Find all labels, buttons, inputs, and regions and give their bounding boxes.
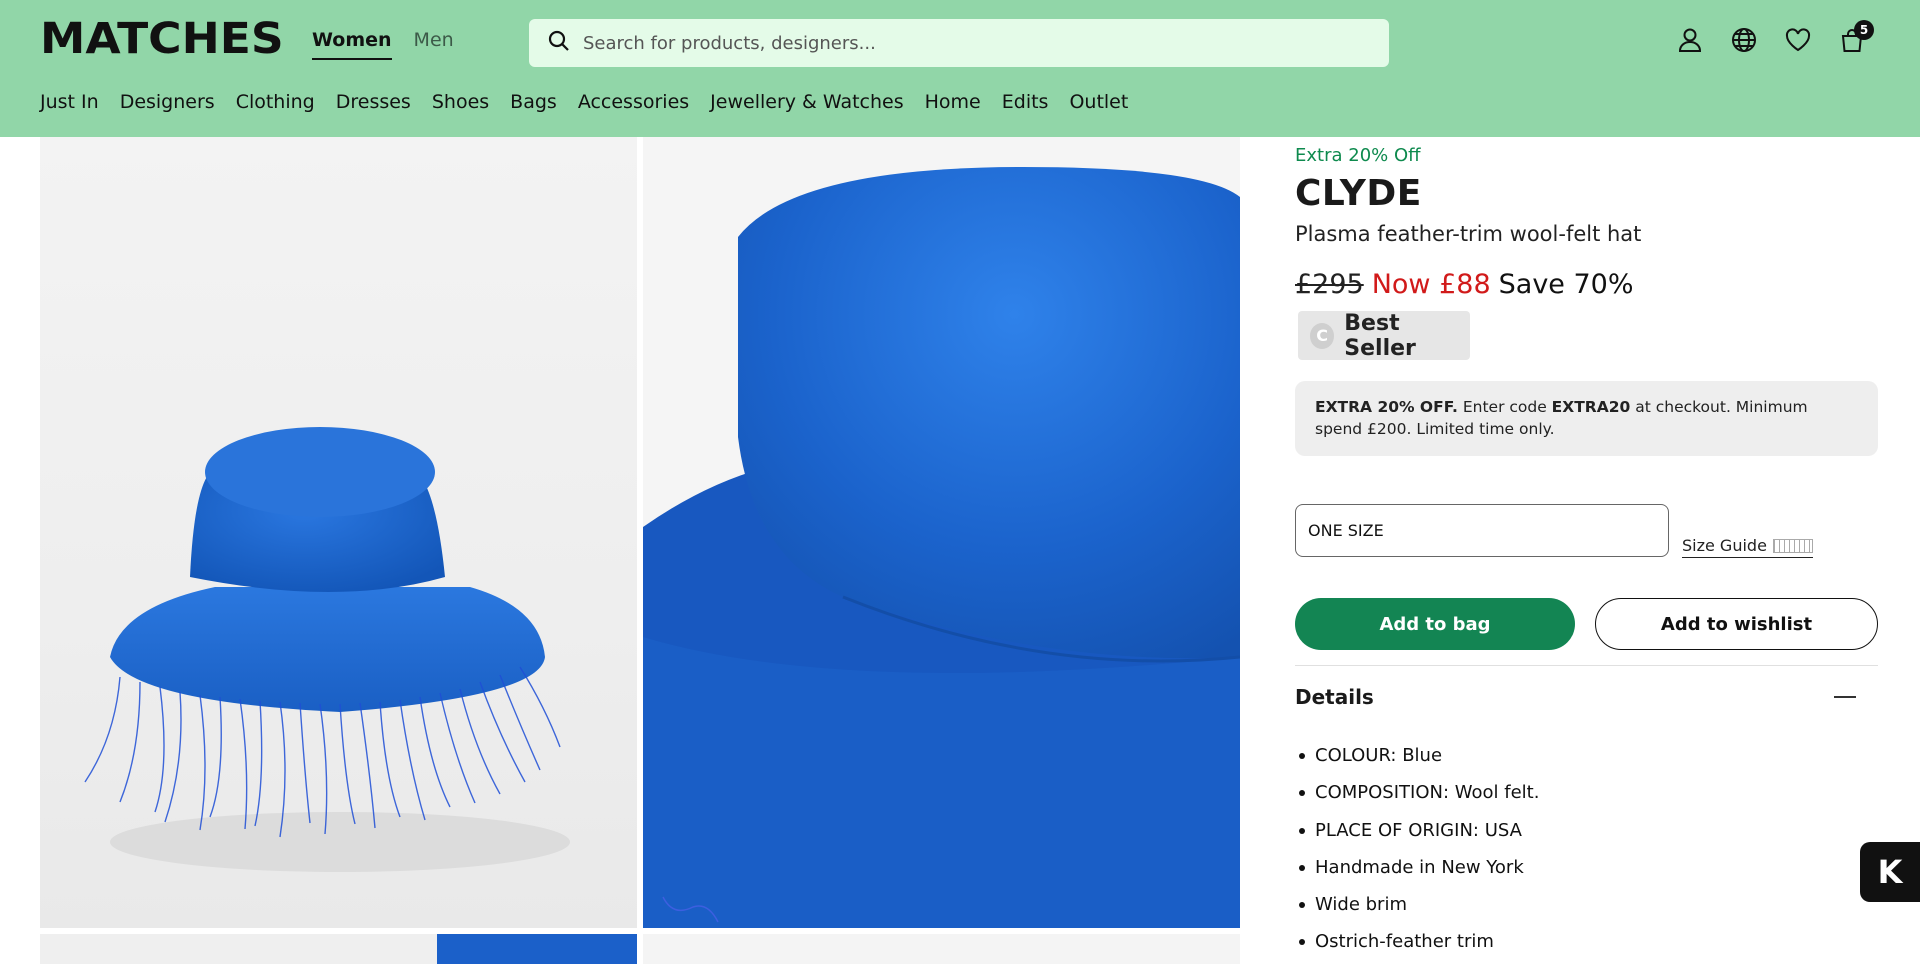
nav-home[interactable]: Home (925, 89, 981, 115)
nav-just-in[interactable]: Just In (40, 89, 99, 115)
site-logo[interactable]: MATCHES (40, 16, 284, 62)
list-item: COMPOSITION: Wool felt. (1295, 774, 1539, 811)
nav-clothing[interactable]: Clothing (236, 89, 315, 115)
add-to-bag-button[interactable]: Add to bag (1295, 598, 1575, 650)
nav-accessories[interactable]: Accessories (578, 89, 689, 115)
list-item: COLOUR: Blue (1295, 737, 1539, 774)
product-image-thumb-3[interactable] (40, 934, 637, 964)
divider (1295, 665, 1878, 666)
nav-dresses[interactable]: Dresses (336, 89, 411, 115)
account-icon[interactable] (1676, 26, 1704, 54)
size-guide-link[interactable]: Size Guide (1682, 536, 1813, 558)
nav-bags[interactable]: Bags (510, 89, 557, 115)
promo-message: EXTRA 20% OFF. Enter code EXTRA20 at che… (1295, 381, 1878, 456)
promo-text-1: Enter code (1457, 398, 1552, 416)
add-to-wishlist-button[interactable]: Add to wishlist (1595, 598, 1878, 650)
promo-bold-1: EXTRA 20% OFF. (1315, 398, 1458, 416)
product-brand[interactable]: CLYDE (1295, 173, 1422, 215)
tab-women[interactable]: Women (312, 28, 392, 60)
klarna-widget-button[interactable]: K (1860, 842, 1920, 902)
nav-jewellery-watches[interactable]: Jewellery & Watches (710, 89, 903, 115)
nav-outlet[interactable]: Outlet (1069, 89, 1128, 115)
bag-icon[interactable]: 5 (1838, 20, 1874, 54)
list-item: Wide brim (1295, 886, 1539, 923)
details-accordion-header[interactable]: Details (1295, 685, 1878, 709)
badge-label: Best Seller (1344, 310, 1416, 361)
details-title: Details (1295, 685, 1374, 709)
details-list: COLOUR: Blue COMPOSITION: Wool felt. PLA… (1295, 737, 1539, 961)
header-icons: 5 (1676, 20, 1874, 54)
size-select[interactable]: ONE SIZE (1295, 504, 1669, 557)
size-guide-label: Size Guide (1682, 536, 1767, 555)
price-save: Save 70% (1498, 269, 1634, 300)
price-row: £295 Now £88 Save 70% (1295, 268, 1634, 302)
product-image-main[interactable] (40, 137, 637, 928)
search-input[interactable] (583, 32, 1343, 54)
price-was: £295 (1295, 269, 1364, 300)
search-bar (529, 19, 1389, 67)
list-item: Ostrich-feather trim (1295, 923, 1539, 960)
best-seller-icon: C (1310, 322, 1335, 349)
nav-designers[interactable]: Designers (120, 89, 215, 115)
list-item: PLACE OF ORIGIN: USA (1295, 812, 1539, 849)
globe-icon[interactable] (1730, 26, 1758, 54)
site-header: MATCHES Women Men 5 Just In Designers Cl… (0, 0, 1920, 137)
price-now: Now £88 (1371, 269, 1491, 300)
bag-count-badge: 5 (1854, 20, 1874, 40)
nav-edits[interactable]: Edits (1002, 89, 1049, 115)
gender-tabs: Women Men (312, 28, 454, 60)
list-item: Handmade in New York (1295, 849, 1539, 886)
wishlist-heart-icon[interactable] (1784, 26, 1812, 54)
search-icon[interactable] (547, 29, 571, 57)
promo-code: EXTRA20 (1551, 398, 1631, 416)
collapse-minus-icon[interactable] (1834, 696, 1856, 698)
category-nav: Just In Designers Clothing Dresses Shoes… (40, 89, 1128, 115)
nav-shoes[interactable]: Shoes (432, 89, 489, 115)
ruler-icon (1772, 538, 1813, 553)
product-image-thumb-4[interactable] (643, 934, 1240, 964)
product-name: Plasma feather-trim wool-felt hat (1295, 222, 1642, 246)
tab-men[interactable]: Men (414, 28, 454, 60)
product-image-closeup[interactable] (643, 137, 1240, 928)
promo-tag: Extra 20% Off (1295, 145, 1421, 166)
best-seller-badge: C Best Seller (1298, 310, 1470, 361)
